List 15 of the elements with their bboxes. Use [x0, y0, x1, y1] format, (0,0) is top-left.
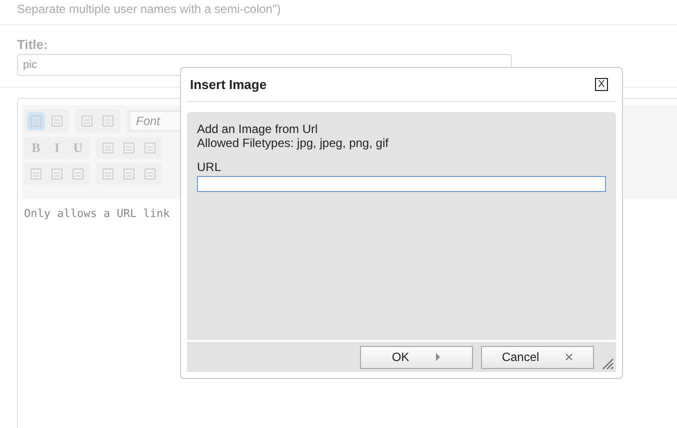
resize-grip-icon[interactable]	[602, 358, 614, 370]
close-button[interactable]: X	[595, 78, 608, 91]
toolbar-icon[interactable]	[27, 112, 45, 130]
url-field[interactable]	[197, 176, 606, 192]
cancel-button[interactable]: Cancel	[481, 346, 594, 368]
triangle-icon	[435, 353, 442, 361]
close-icon	[565, 353, 574, 361]
ok-button[interactable]: OK	[360, 346, 473, 368]
dialog-text: Allowed Filetypes: jpg, jpeg, png, gif	[197, 136, 390, 150]
editor-text: Only allows a URL link	[24, 207, 171, 220]
hint-text: Separate multiple user names with a semi-colon")	[17, 2, 282, 18]
url-label: URL	[197, 160, 222, 174]
dialog-text: Add an Image from Url	[197, 122, 319, 136]
title-label: Title:	[17, 37, 49, 52]
dialog-title: Insert Image	[190, 77, 267, 92]
